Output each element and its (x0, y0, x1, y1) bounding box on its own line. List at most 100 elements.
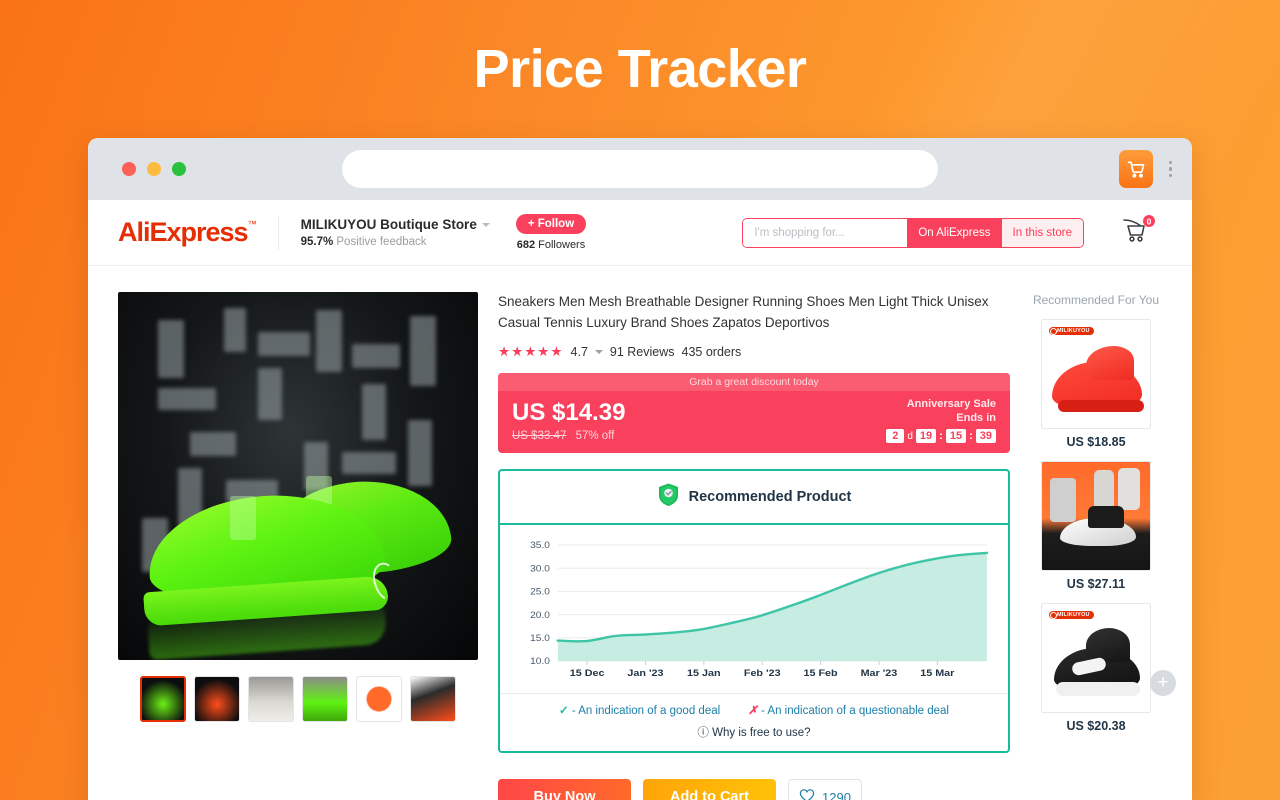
buy-now-button[interactable]: Buy Now (498, 779, 631, 800)
thumbnail-0[interactable] (140, 676, 186, 722)
close-dot[interactable] (122, 162, 136, 176)
recommended-item-2[interactable]: MILIKUYOU US $20.38 (1030, 603, 1162, 733)
url-input[interactable] (342, 150, 938, 188)
question-circle-icon: ⓘ (697, 727, 709, 740)
countdown-hours: 19 (915, 429, 937, 444)
search-scope-aliexpress[interactable]: On AliExpress (907, 218, 1002, 247)
tracker-header: Recommended Product (500, 471, 1008, 526)
why-free-row: ⓘ Why is free to use? (500, 724, 1008, 740)
follow-button[interactable]: + Follow (515, 214, 587, 234)
chevron-down-icon[interactable] (594, 349, 603, 354)
cart-extension-icon[interactable] (1118, 150, 1153, 188)
store-name-label: MILIKUYOU Boutique Store (300, 217, 477, 232)
svg-text:25.0: 25.0 (530, 587, 550, 597)
reviews-count[interactable]: 91 Reviews (610, 345, 675, 359)
tracker-legend: ✓ - An indication of a good deal ✗ - An … (500, 693, 1008, 751)
current-price: US $14.39 (512, 399, 626, 427)
legend-bad-deal: ✗ - An indication of a questionable deal (748, 703, 949, 717)
recommended-price-1: US $27.11 (1066, 577, 1126, 592)
sale-countdown-block: Anniversary Sale Ends in 2 d 19 : 15 : 3… (886, 398, 996, 444)
svg-text:15 Jan: 15 Jan (687, 669, 721, 679)
recommended-price-0: US $18.85 (1066, 435, 1126, 450)
check-icon: ✓ (558, 705, 569, 718)
sneaker-collar-dark (1088, 506, 1124, 529)
thumbnail-2[interactable] (248, 676, 294, 722)
thumbnail-1[interactable] (194, 676, 240, 722)
countdown-days-unit: d (907, 430, 913, 442)
countdown-seconds: 39 (975, 429, 996, 444)
main-product-image[interactable] (118, 292, 478, 660)
boombox-shape (1050, 478, 1076, 523)
recommended-image-1 (1041, 461, 1151, 572)
sneaker-sole (1058, 400, 1144, 413)
recommended-title: Recommended For You (1032, 293, 1160, 307)
price-sub-row: US $33.47 57% off (512, 430, 625, 442)
svg-text:Jan '23: Jan '23 (627, 669, 663, 679)
feedback-label: Positive feedback (336, 236, 427, 248)
sneaker-collar (1086, 346, 1134, 381)
sale-title: Anniversary Sale (906, 397, 996, 410)
followers-count-row: 682 Followers (517, 239, 586, 251)
wishlist-button[interactable]: 1290 (788, 779, 862, 800)
thumbnail-strip (118, 676, 478, 722)
thumbnail-4[interactable] (356, 676, 402, 722)
sneaker-tab-front (230, 496, 256, 540)
price-banner: Grab a great discount today US $14.39 US… (498, 372, 1010, 454)
price-block: US $14.39 US $33.47 57% off (512, 399, 625, 442)
chart-y-axis: 10.0 15.0 20.0 25.0 30.0 35.0 (530, 541, 550, 667)
why-free-link[interactable]: Why is free to use? (712, 727, 810, 739)
svg-text:0: 0 (1147, 216, 1152, 226)
store-name-row[interactable]: MILIKUYOU Boutique Store (301, 217, 490, 232)
svg-text:10.0: 10.0 (530, 657, 550, 667)
tracker-header-label: Recommended Product (688, 489, 852, 506)
maximize-dot[interactable] (172, 162, 186, 176)
thumbnail-5[interactable] (410, 676, 456, 722)
original-price: US $33.47 (512, 430, 567, 443)
store-feedback: 95.7% Positive feedback (301, 236, 490, 248)
svg-text:15.0: 15.0 (530, 634, 550, 644)
follow-section: + Follow 682 Followers (515, 214, 587, 251)
promo-label: Grab a great discount today (498, 372, 1010, 391)
chart-x-axis: 15 Dec Jan '23 15 Jan Feb '23 15 Feb Mar '23 1… (570, 661, 954, 679)
product-rating-row: ★★★★★ 4.7 91 Reviews 435 orders (498, 344, 1010, 360)
add-to-cart-button[interactable]: Add to Cart (643, 779, 776, 800)
svg-text:Mar '23: Mar '23 (861, 669, 898, 679)
sneaker-collar (1086, 628, 1130, 663)
orders-count: 435 orders (681, 344, 742, 359)
recommended-item-1[interactable]: US $27.11 (1030, 461, 1162, 591)
recommended-rail: Recommended For You MILIKUYOU US $18.85 (1030, 292, 1176, 800)
show-more-button[interactable]: + (1150, 670, 1176, 696)
page-title: Price Tracker (473, 39, 807, 99)
action-buttons: Buy Now Add to Cart 1290 (498, 779, 1010, 800)
product-info: Sneakers Men Mesh Breathable Designer Ru… (498, 292, 1010, 800)
store-info: MILIKUYOU Boutique Store 95.7% Positive … (301, 217, 490, 248)
product-page-body: Sneakers Men Mesh Breathable Designer Ru… (88, 266, 1192, 800)
window-controls (122, 162, 186, 176)
brand-badge-2: MILIKUYOU (1049, 611, 1094, 620)
search-input[interactable] (743, 218, 908, 247)
thumbnail-3[interactable] (302, 676, 348, 722)
header-cart-button[interactable]: 0 (1122, 215, 1156, 250)
aliexpress-logo[interactable]: AliExpress ™ (118, 217, 257, 248)
header-divider (277, 215, 279, 250)
wishlist-count: 1290 (822, 789, 851, 800)
star-rating-icon: ★★★★★ (498, 343, 564, 359)
brand-badge-0: MILIKUYOU (1049, 327, 1094, 336)
search-scope-store[interactable]: In this store (1001, 218, 1083, 247)
chart-svg: 10.015.020.025.030.035.0 15 Dec Jan '23 15… (530, 541, 989, 679)
chevron-down-icon (481, 222, 490, 227)
recommended-item-0[interactable]: MILIKUYOU US $18.85 (1030, 319, 1162, 449)
svg-text:Feb '23: Feb '23 (744, 669, 781, 679)
price-history-chart[interactable]: 10.0 15.0 20.0 25.0 30.0 35.0 15 Dec Jan '23 15… (500, 525, 1008, 693)
cross-icon: ✗ (748, 705, 758, 718)
countdown-timer: 2 d 19 : 15 : 39 (886, 429, 996, 444)
legend-good-deal: ✓ - An indication of a good deal (559, 703, 720, 717)
followers-label: Followers (538, 239, 586, 251)
kebab-menu-icon[interactable] (1165, 157, 1177, 182)
sneaker-sole (1056, 682, 1140, 697)
svg-text:15 Dec: 15 Dec (570, 669, 605, 679)
minimize-dot[interactable] (147, 162, 161, 176)
rating-value: 4.7 (570, 344, 588, 359)
followers-count: 682 (516, 239, 536, 251)
chart-area-fill (557, 553, 987, 662)
